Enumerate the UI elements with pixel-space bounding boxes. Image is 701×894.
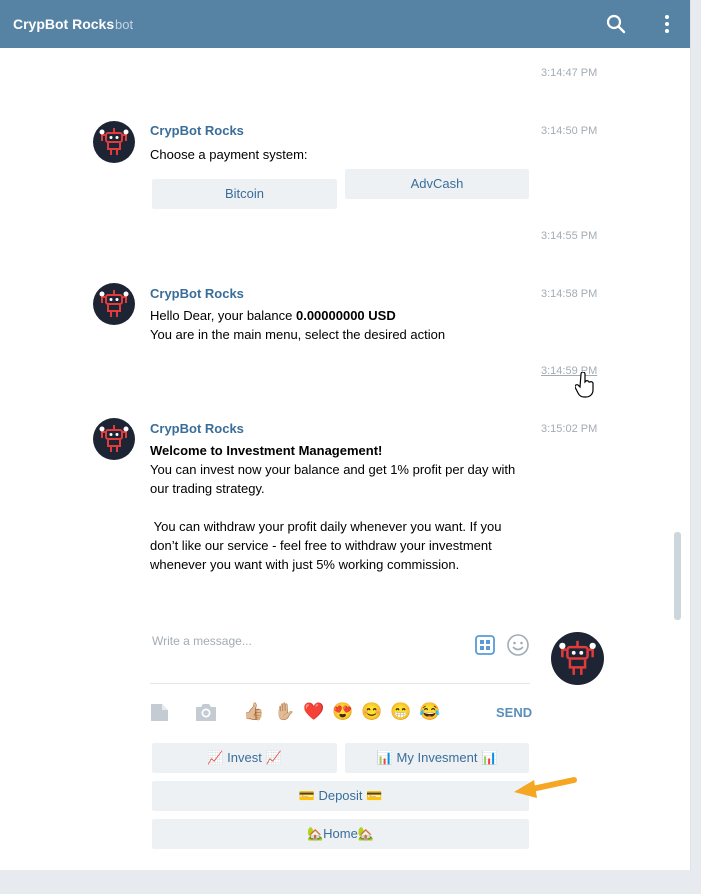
robot-avatar-icon[interactable] bbox=[551, 632, 604, 685]
robot-avatar-icon[interactable] bbox=[93, 283, 135, 325]
message-time: 3:14:50 PM bbox=[541, 125, 598, 137]
emoji-smile-icon[interactable] bbox=[506, 633, 530, 657]
message-author[interactable]: CrypBot Rocks bbox=[150, 123, 244, 138]
emoji-raised-hand[interactable]: ✋🏼 bbox=[274, 702, 295, 722]
scrollbar-thumb[interactable] bbox=[674, 532, 681, 620]
chat-window: CrypBot Rocks bot 3:14:47 PM CrypBot Roc… bbox=[0, 0, 691, 870]
input-divider bbox=[150, 683, 530, 684]
bitcoin-button[interactable]: Bitcoin bbox=[152, 179, 337, 209]
button-label: AdvCash bbox=[410, 176, 464, 191]
button-label: Bitcoin bbox=[224, 186, 265, 201]
robot-avatar-icon[interactable] bbox=[93, 121, 135, 163]
chat-subtitle: bot bbox=[115, 17, 134, 32]
message-time: 3:14:58 PM bbox=[541, 288, 598, 300]
robot-avatar-icon[interactable] bbox=[93, 418, 135, 460]
emoji-heart[interactable]: ❤️ bbox=[303, 702, 324, 722]
button-label: 💳 Deposit 💳 bbox=[298, 788, 383, 803]
deposit-button[interactable]: 💳 Deposit 💳 bbox=[152, 781, 529, 811]
message-input[interactable]: Write a message... bbox=[152, 634, 252, 648]
message-heading: Welcome to Investment Management! bbox=[150, 443, 383, 458]
pointer-cursor-icon bbox=[575, 372, 594, 398]
emoji-smile[interactable]: 😊 bbox=[361, 702, 382, 722]
balance-prefix: Hello Dear, your balance bbox=[150, 308, 296, 323]
balance-value: 0.00000000 USD bbox=[295, 308, 396, 323]
search-icon[interactable] bbox=[606, 14, 626, 34]
message-text: Welcome to Investment Management! You ca… bbox=[150, 441, 530, 574]
advcash-button[interactable]: AdvCash bbox=[345, 169, 529, 199]
message-time: 3:14:55 PM bbox=[541, 230, 598, 242]
button-label: 🏡Home🏡 bbox=[306, 826, 375, 841]
emoji-thumbs-up[interactable]: 👍🏼 bbox=[243, 702, 264, 722]
message-time: 3:14:47 PM bbox=[541, 67, 598, 79]
message-text: Choose a payment system: bbox=[150, 147, 308, 162]
chat-header: CrypBot Rocks bot bbox=[0, 0, 690, 48]
emoji-joy[interactable]: 😂 bbox=[419, 702, 440, 722]
sticker-panel-icon[interactable] bbox=[474, 634, 496, 656]
file-icon[interactable] bbox=[150, 703, 169, 722]
message-paragraph: You can withdraw your profit daily whene… bbox=[150, 519, 506, 572]
emoji-heart-eyes[interactable]: 😍 bbox=[332, 702, 353, 722]
message-author[interactable]: CrypBot Rocks bbox=[150, 286, 244, 301]
button-label: 📈 Invest 📈 bbox=[207, 750, 282, 765]
my-investment-button[interactable]: 📊 My Invesment 📊 bbox=[345, 743, 529, 773]
message-time: 3:15:02 PM bbox=[541, 423, 598, 435]
invest-button[interactable]: 📈 Invest 📈 bbox=[152, 743, 337, 773]
send-button[interactable]: SEND bbox=[496, 705, 532, 720]
menu-hint: You are in the main menu, select the des… bbox=[150, 327, 446, 342]
message-text: Hello Dear, your balance 0.00000000 USD … bbox=[150, 306, 445, 344]
chat-title[interactable]: CrypBot Rocks bbox=[13, 16, 114, 32]
emoji-grin[interactable]: 😁 bbox=[390, 702, 411, 722]
camera-icon[interactable] bbox=[195, 702, 217, 722]
arrow-annotation-icon bbox=[514, 777, 577, 798]
button-label: 📊 My Invesment 📊 bbox=[376, 750, 498, 765]
message-paragraph: You can invest now your balance and get … bbox=[150, 462, 516, 496]
message-author[interactable]: CrypBot Rocks bbox=[150, 421, 244, 436]
more-vertical-icon[interactable] bbox=[660, 14, 674, 34]
home-button[interactable]: 🏡Home🏡 bbox=[152, 819, 529, 849]
